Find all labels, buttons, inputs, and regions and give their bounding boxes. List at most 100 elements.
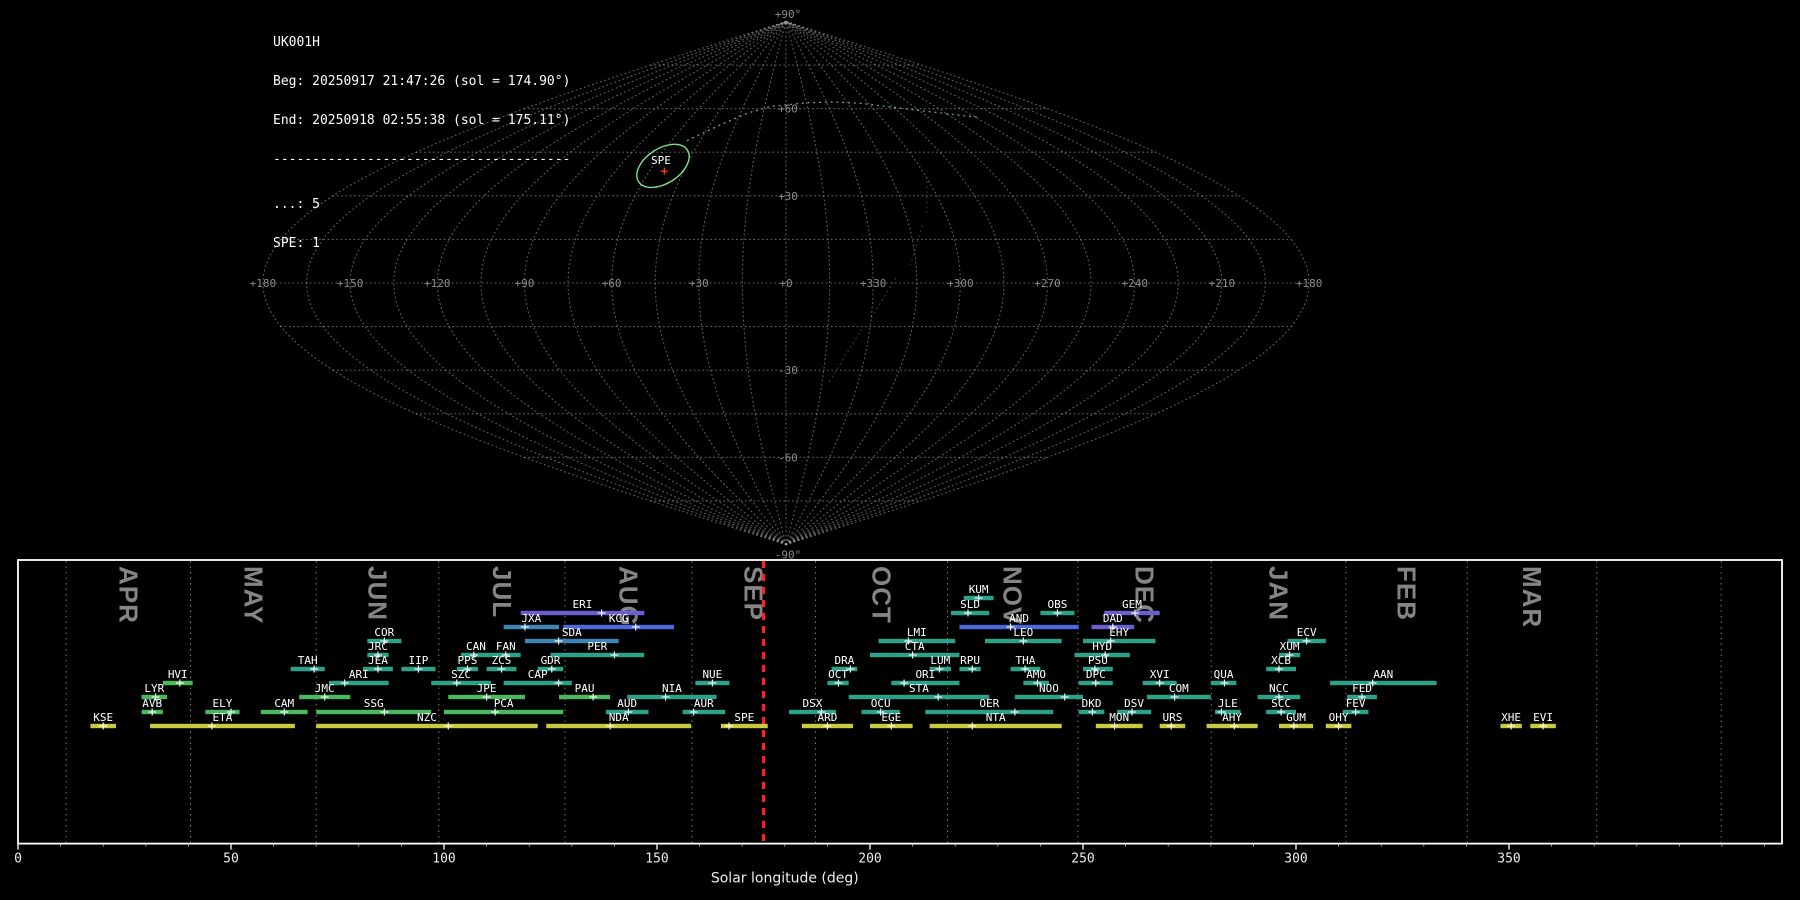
shower-bar-eta (150, 723, 295, 729)
shower-label-obs: OBS (1048, 598, 1068, 611)
shower-label-cap: CAP (528, 668, 548, 681)
shower-label-kse: KSE (93, 711, 113, 724)
shower-label-sda: SDA (562, 626, 582, 639)
x-axis-tick-label: 0 (14, 852, 22, 867)
shower-label-tah: TAH (298, 654, 318, 667)
shower-label-aan: AAN (1373, 668, 1393, 681)
longitude-label: +180 (250, 277, 277, 290)
shower-label-spe: SPE (734, 711, 754, 724)
shower-label-pca: PCA (494, 697, 514, 710)
longitude-label: +60 (602, 277, 622, 290)
shower-label-xcb: XCB (1271, 654, 1291, 667)
shower-label-nzc: NZC (417, 711, 437, 724)
shower-label-xhe: XHE (1501, 711, 1521, 724)
month-label-dec: DEC (1130, 566, 1160, 624)
shower-bar-nzc (316, 723, 538, 729)
shower-label-ard: ARD (817, 711, 837, 724)
shower-label-cta: CTA (905, 640, 925, 653)
shower-label-fed: FED (1352, 682, 1372, 695)
month-label-jan: JAN (1264, 566, 1294, 621)
shower-label-and: AND (1009, 612, 1029, 625)
shower-label-lmi: LMI (907, 626, 927, 639)
shower-label-lyr: LYR (144, 682, 164, 695)
shower-label-ari: ARI (349, 668, 369, 681)
meteor-trail (909, 224, 924, 266)
shower-label-ecv: ECV (1297, 626, 1317, 639)
month-label-jul: JUL (487, 566, 517, 618)
shower-label-gem: GEM (1122, 598, 1142, 611)
longitude-label: +240 (1121, 277, 1148, 290)
month-label-oct: OCT (867, 566, 897, 624)
longitude-label: +330 (860, 277, 887, 290)
declination-label: -30 (778, 364, 798, 377)
shower-bar-jxa (503, 624, 560, 630)
meteor-trail (828, 329, 862, 383)
shower-label-urs: URS (1163, 711, 1183, 724)
shower-label-scc: SCC (1271, 697, 1291, 710)
shower-label-oct: OCT (828, 668, 848, 681)
shower-bar-mon (1095, 723, 1143, 729)
shower-bar-com (1146, 694, 1211, 700)
shower-label-kcg: KCG (609, 612, 629, 625)
end-time-line: End: 20250918 02:55:38 (sol = 175.11°) (273, 113, 571, 128)
shower-label-rpu: RPU (960, 654, 980, 667)
shower-label-ocu: OCU (871, 697, 891, 710)
shower-bar-pau (559, 694, 611, 700)
shower-label-leo: LEO (1013, 626, 1033, 639)
shower-bar-noo (1014, 694, 1083, 700)
longitude-label: +120 (424, 277, 451, 290)
shower-label-xvi: XVI (1150, 668, 1170, 681)
shower-bar-per (550, 652, 645, 658)
x-axis-title: Solar longitude (deg) (711, 871, 859, 887)
separator-line: -------------------------------------- (273, 152, 571, 167)
shower-bar-aur (682, 709, 726, 715)
shower-bar-nta (929, 723, 1062, 729)
shower-label-avb: AVB (142, 697, 162, 710)
spe-count: SPE: 1 (273, 236, 320, 251)
sky-grid-meridian (698, 20, 787, 546)
longitude-label: +90 (515, 277, 535, 290)
shower-label-gum: GUM (1286, 711, 1306, 724)
declination-label: +90° (775, 8, 802, 21)
shower-label-dad: DAD (1103, 612, 1123, 625)
shower-label-dsv: DSV (1124, 697, 1144, 710)
shower-label-nda: NDA (609, 711, 629, 724)
shower-label-ahy: AHY (1222, 711, 1242, 724)
x-axis-tick-label: 150 (645, 852, 668, 867)
shower-label-gdr: GDR (541, 654, 561, 667)
shower-bar-pca (444, 709, 564, 715)
shower-label-ehy: EHY (1109, 626, 1129, 639)
shower-label-jrc: JRC (368, 640, 388, 653)
shower-label-cam: CAM (274, 697, 294, 710)
shower-label-xum: XUM (1280, 640, 1300, 653)
longitude-label: +0 (779, 277, 792, 290)
longitude-label: +180 (1296, 277, 1323, 290)
shower-label-can: CAN (466, 640, 486, 653)
shower-label-jmc: JMC (315, 682, 335, 695)
declination-label: -60 (778, 451, 798, 464)
x-axis-tick-label: 200 (858, 852, 881, 867)
shower-label-nia: NIA (662, 682, 682, 695)
shower-label-hvi: HVI (168, 668, 188, 681)
shower-label-ssg: SSG (364, 697, 384, 710)
month-label-apr: APR (113, 566, 143, 624)
longitude-label: +30 (689, 277, 709, 290)
shower-label-iip: IIP (409, 654, 429, 667)
shower-label-kum: KUM (969, 583, 989, 596)
shower-label-tha: THA (1016, 654, 1036, 667)
shower-bar-tah (290, 666, 325, 672)
shower-label-nue: NUE (702, 668, 722, 681)
shower-bar-nda (546, 723, 692, 729)
shower-label-dra: DRA (835, 654, 855, 667)
shower-label-noo: NOO (1039, 682, 1059, 695)
x-axis-tick-label: 100 (432, 852, 455, 867)
shower-label-psu: PSU (1088, 654, 1108, 667)
longitude-label: +210 (1209, 277, 1236, 290)
shower-label-jpe: JPE (477, 682, 497, 695)
observation-info-panel: UK001H Beg: 20250917 21:47:26 (sol = 174… (273, 10, 570, 263)
declination-label: +60 (778, 103, 798, 116)
shower-label-fan: FAN (496, 640, 516, 653)
x-axis-tick-label: 250 (1071, 852, 1094, 867)
shower-label-pau: PAU (575, 682, 595, 695)
longitude-label: +300 (947, 277, 974, 290)
